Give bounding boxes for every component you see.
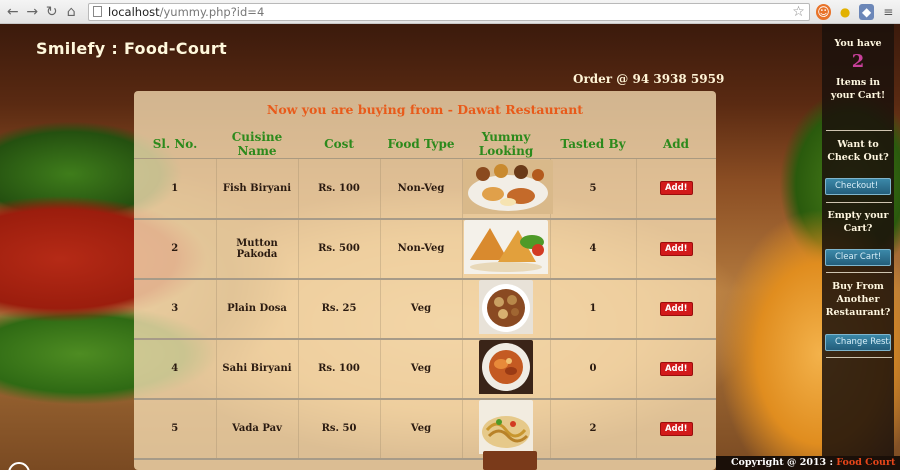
divider <box>826 130 892 131</box>
cost: Rs. 100 <box>297 338 380 400</box>
add-button[interactable]: Add! <box>659 181 693 196</box>
back-icon[interactable]: ← <box>4 3 22 21</box>
add-cell: Add! <box>635 158 716 220</box>
home-icon[interactable]: ⌂ <box>63 3 81 21</box>
col-header-cost: Cost <box>298 130 380 159</box>
cart-you-have: You have <box>834 38 882 49</box>
cost: Rs. 50 <box>297 398 380 460</box>
sl-number: 1 <box>134 158 216 220</box>
cuisine-name: Mutton Pakoda <box>215 218 298 280</box>
add-cell: Add! <box>635 278 716 340</box>
table-row: 2 Mutton Pakoda Rs. 500 Non-Veg 4 Add! <box>134 218 716 280</box>
add-button[interactable]: Add! <box>659 421 693 436</box>
food-image-cell <box>461 158 553 220</box>
mutton-pakoda-image <box>464 220 548 277</box>
footer-brand: Food Court <box>836 457 896 468</box>
cart-sidebar: You have 2 Items in your Cart! Want to C… <box>822 24 894 456</box>
col-header-sl: Sl. No. <box>134 130 216 159</box>
cuisine-name: Fish Biryani <box>215 158 298 220</box>
col-header-tasted-by: Tasted By <box>550 130 636 159</box>
menu-table: Sl. No. Cuisine Name Cost Food Type Yumm… <box>134 130 716 460</box>
footer-copyright: Copyright @ 2013 : Food Court <box>716 456 900 470</box>
checkout-prompt: Want to Check Out? <box>827 139 889 163</box>
cost: Rs. 500 <box>297 218 380 280</box>
site-title: Smilefy : Food-Court <box>36 39 227 58</box>
menu-icon[interactable]: ≡ <box>880 4 896 20</box>
order-phone: Order @ 94 3938 5959 <box>573 72 725 86</box>
cuisine-name: Vada Pav <box>215 398 298 460</box>
address-bar[interactable]: localhost/yummy.php?id=4 ☆ <box>88 2 810 21</box>
food-image-cell <box>461 278 550 340</box>
table-row: 4 Sahi Biryani Rs. 100 Veg 0 Add! <box>134 338 716 400</box>
restaurant-heading: Now you are buying from - Dawat Restaura… <box>266 102 584 117</box>
col-header-cuisine: Cuisine Name <box>216 130 298 159</box>
vada-pav-image <box>479 400 533 457</box>
table-header-row: Sl. No. Cuisine Name Cost Food Type Yumm… <box>134 130 716 159</box>
checkout-button[interactable]: Checkout! <box>825 178 891 195</box>
divider <box>826 272 892 273</box>
lightbulb-icon[interactable]: ● <box>837 4 853 20</box>
sl-number: 3 <box>134 278 216 340</box>
food-image-cell <box>461 218 550 280</box>
page-icon <box>93 6 102 17</box>
empty-cart-prompt: Empty your Cart? <box>827 210 889 234</box>
table-row: 3 Plain Dosa Rs. 25 Veg 1 Add! <box>134 278 716 340</box>
extension-icon[interactable]: ☺ <box>815 3 832 20</box>
reload-icon[interactable]: ↻ <box>43 3 61 21</box>
divider <box>826 202 892 203</box>
cuisine-name: Plain Dosa <box>215 278 298 340</box>
sl-number: 5 <box>134 398 216 460</box>
url-text: localhost/yummy.php?id=4 <box>108 5 792 19</box>
add-cell: Add! <box>635 218 716 280</box>
plain-dosa-image <box>479 280 533 337</box>
food-type: Veg <box>379 338 462 400</box>
col-header-add: Add <box>636 130 716 159</box>
divider <box>826 357 892 358</box>
food-image-cell <box>461 338 550 400</box>
add-button[interactable]: Add! <box>659 361 693 376</box>
change-restaurant-button[interactable]: Change Resta <box>825 334 891 351</box>
cost: Rs. 25 <box>297 278 380 340</box>
tasted-by: 0 <box>549 338 636 400</box>
extension-puzzle-icon[interactable]: ◆ <box>858 3 875 20</box>
forward-icon[interactable]: → <box>24 3 42 21</box>
tasted-by: 2 <box>549 398 636 460</box>
add-cell: Add! <box>635 398 716 460</box>
sl-number: 2 <box>134 218 216 280</box>
cart-items-line: Items in your Cart! <box>830 77 886 101</box>
partial-food-image <box>483 451 537 470</box>
menu-panel: Now you are buying from - Dawat Restaura… <box>134 91 716 470</box>
food-type: Veg <box>379 398 462 460</box>
url-path: /yummy.php?id=4 <box>159 4 265 19</box>
tasted-by: 5 <box>549 158 636 220</box>
buy-other-prompt: Buy From Another Restaurant? <box>825 281 891 318</box>
food-type: Non-Veg <box>379 218 462 280</box>
cart-count: 2 <box>851 51 865 72</box>
col-header-food-type: Food Type <box>380 130 462 159</box>
clear-cart-button[interactable]: Clear Cart! <box>825 249 891 266</box>
cuisine-name: Sahi Biryani <box>215 338 298 400</box>
food-type: Non-Veg <box>379 158 462 220</box>
table-row: 5 Vada Pav Rs. 50 Veg 2 Add! <box>134 398 716 460</box>
food-image-cell <box>461 398 550 460</box>
tasted-by: 4 <box>549 218 636 280</box>
add-button[interactable]: Add! <box>659 241 693 256</box>
sl-number: 4 <box>134 338 216 400</box>
fish-biryani-image <box>462 159 553 217</box>
copyright-text: Copyright @ 2013 : <box>731 457 837 468</box>
add-button[interactable]: Add! <box>659 301 693 316</box>
table-row: 1 Fish Biryani Rs. 100 Non-Veg 5 Add! <box>134 158 716 220</box>
browser-toolbar: ← → ↻ ⌂ localhost/yummy.php?id=4 ☆ ☺ ● ◆… <box>0 0 900 24</box>
url-host: localhost <box>108 4 160 19</box>
add-cell: Add! <box>635 338 716 400</box>
sahi-biryani-image <box>479 340 533 397</box>
food-type: Veg <box>379 278 462 340</box>
col-header-yummy-looking: Yummy Looking <box>462 130 550 159</box>
bookmark-star-icon[interactable]: ☆ <box>792 4 805 20</box>
cost: Rs. 100 <box>297 158 380 220</box>
tasted-by: 1 <box>549 278 636 340</box>
